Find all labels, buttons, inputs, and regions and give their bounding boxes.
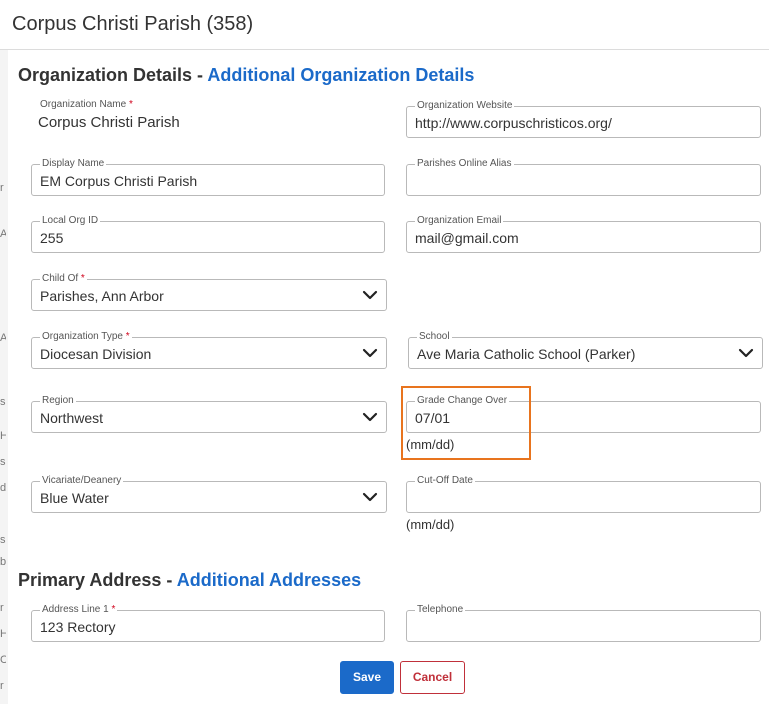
vicariate-deanery-value: Blue Water [40,490,109,506]
local-org-id-value: 255 [40,230,64,246]
required-marker: * [125,331,130,342]
address-line-1-value: 123 Rectory [40,619,116,635]
telephone-label: Telephone [415,604,466,616]
backdrop-text: s [0,396,6,408]
local-org-id-input[interactable]: Local Org ID 255 [31,215,385,253]
save-button[interactable]: Save [340,661,394,694]
child-of-value: Parishes, Ann Arbor [40,288,164,304]
highlight-box [401,386,531,460]
section-title-text: Primary Address - [18,570,177,590]
backdrop-text: C [0,654,6,666]
display-name-input[interactable]: Display Name EM Corpus Christi Parish [31,158,385,196]
region-label: Region [40,395,76,407]
required-marker: * [128,99,133,110]
modal-title: Corpus Christi Parish (358) [12,13,254,35]
backdrop-text: A [0,332,6,344]
backdrop-text: A [0,228,6,240]
chevron-down-icon [362,492,378,502]
backdrop-text: d [0,482,6,494]
backdrop-text: r [0,680,4,692]
child-of-select[interactable]: Child Of * Parishes, Ann Arbor [31,273,387,311]
section-title-address: Primary Address - Additional Addresses [18,570,361,591]
required-marker: * [111,604,116,615]
org-name-value: Corpus Christi Parish [38,114,180,131]
required-marker: * [80,273,85,284]
local-org-id-label: Local Org ID [40,215,101,227]
region-select[interactable]: Region Northwest [31,395,387,433]
backdrop-text: H [0,628,6,640]
vicariate-deanery-select[interactable]: Vicariate/Deanery Blue Water [31,475,387,513]
backdrop-text: s [0,456,6,468]
additional-addresses-link[interactable]: Additional Addresses [177,570,361,590]
address-line-1-input[interactable]: Address Line 1 * 123 Rectory [31,604,385,642]
chevron-down-icon [738,348,754,358]
telephone-input[interactable]: Telephone [406,604,761,642]
child-of-label: Child Of * [40,273,87,285]
org-type-value: Diocesan Division [40,346,152,362]
school-select[interactable]: School Ave Maria Catholic School (Parker… [408,331,763,369]
cancel-button[interactable]: Cancel [400,661,465,694]
org-email-value: mail@gmail.com [415,230,519,246]
org-website-value: http://www.corpuschristicos.org/ [415,115,612,131]
org-name-label: Organization Name * [38,99,135,111]
section-title-organization: Organization Details - Additional Organi… [18,65,474,86]
org-website-input[interactable]: Organization Website http://www.corpusch… [406,100,761,138]
parishes-online-alias-input[interactable]: Parishes Online Alias [406,158,761,196]
region-value: Northwest [40,410,104,426]
backdrop-text: r [0,182,4,194]
display-name-label: Display Name [40,158,107,170]
parishes-online-alias-label: Parishes Online Alias [415,158,514,170]
display-name-value: EM Corpus Christi Parish [40,173,198,189]
org-email-label: Organization Email [415,215,504,227]
org-email-input[interactable]: Organization Email mail@gmail.com [406,215,761,253]
org-type-select[interactable]: Organization Type * Diocesan Division [31,331,387,369]
school-value: Ave Maria Catholic School (Parker) [417,346,636,362]
cut-off-date-input[interactable]: Cut-Off Date [406,475,761,513]
modal-header: Corpus Christi Parish (358) [0,0,769,50]
cut-off-date-label: Cut-Off Date [415,475,475,487]
backdrop-text: b [0,556,6,568]
org-type-label: Organization Type * [40,331,132,343]
school-label: School [417,331,452,343]
backdrop-text: s [0,534,6,546]
section-title-text: Organization Details - [18,65,208,85]
backdrop-text: H [0,430,6,442]
org-name-field: Organization Name * Corpus Christi Paris… [30,99,384,138]
cut-off-date-hint: (mm/dd) [406,517,455,532]
vicariate-deanery-label: Vicariate/Deanery [40,475,124,487]
backdrop-page-edge: r A A s H s d s b r H C r [0,50,8,704]
chevron-down-icon [362,290,378,300]
chevron-down-icon [362,412,378,422]
chevron-down-icon [362,348,378,358]
org-website-label: Organization Website [415,100,515,112]
backdrop-text: r [0,602,4,614]
address-line-1-label: Address Line 1 * [40,604,118,616]
additional-org-details-link[interactable]: Additional Organization Details [207,65,474,85]
